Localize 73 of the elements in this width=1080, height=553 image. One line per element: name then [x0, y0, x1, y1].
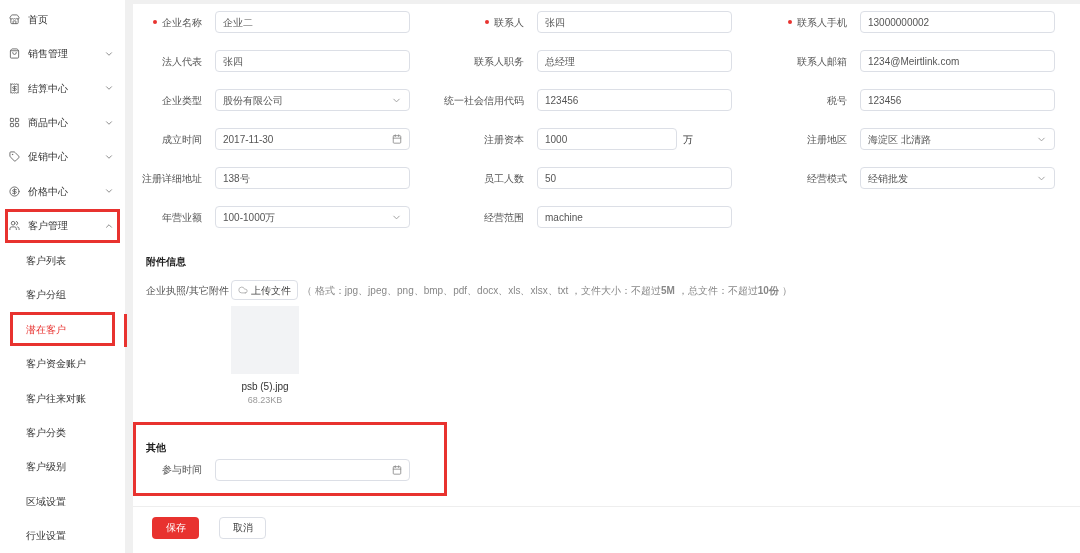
field-label: 年营业额	[162, 210, 202, 225]
field-label: 参与时间	[162, 463, 202, 477]
file-name: psb (5).jpg	[241, 380, 289, 394]
sidebar-subitem[interactable]: 客户分类	[10, 415, 115, 450]
calendar-icon	[392, 464, 402, 475]
input-field[interactable]: 123456	[537, 89, 732, 111]
field-label: 联系人邮箱	[797, 54, 847, 69]
cloud-icon	[238, 285, 248, 295]
select-field[interactable]: 100-1000万	[215, 206, 410, 228]
file-size: 68.23KB	[247, 394, 283, 407]
sidebar-item[interactable]: 促销中心	[5, 139, 120, 175]
field-label: 统一社会信用代码	[444, 93, 524, 108]
sidebar-subitem[interactable]: 潜在客户	[10, 311, 115, 347]
field-label: 注册地区	[807, 132, 847, 147]
input-field[interactable]: machine	[537, 206, 732, 228]
sidebar-item[interactable]: 结算中心	[5, 70, 120, 106]
field-label: 员工人数	[484, 171, 524, 186]
select-field[interactable]: 海淀区 北清路	[860, 128, 1055, 150]
field-label: 企业类型	[162, 93, 202, 108]
field-label: 注册详细地址	[142, 171, 202, 186]
grid-icon	[9, 117, 20, 129]
field-label: 税号	[827, 93, 847, 108]
sidebar-subitem[interactable]: 客户资金账户	[10, 346, 115, 381]
date-field[interactable]	[215, 458, 410, 481]
cancel-button[interactable]: 取消	[219, 516, 266, 539]
calendar-icon	[392, 134, 402, 144]
upload-hint: （ 格式：jpg、jpeg、png、bmp、pdf、docx、xls、xlsx、txt ，文件大小：不超过5M ，总文件：不超过10份 ）	[302, 283, 792, 298]
sidebar-subitem[interactable]: 行业设置	[10, 518, 115, 553]
field-label: 联系人	[494, 15, 524, 30]
input-field[interactable]: 1234@Meirtlink.com	[860, 50, 1055, 72]
input-field[interactable]: 13000000002	[860, 11, 1055, 33]
field-label: 联系人手机	[797, 15, 847, 30]
input-field[interactable]: 总经理	[537, 50, 732, 72]
field-label: 注册资本	[484, 132, 524, 147]
field-label: 成立时间	[162, 132, 202, 147]
section-title: 其他	[146, 440, 167, 455]
select-field[interactable]: 股份有限公司	[215, 89, 410, 111]
store-icon	[9, 13, 20, 25]
field-label: 联系人职务	[474, 54, 524, 69]
tag-icon	[9, 151, 20, 163]
input-field[interactable]: 1000	[537, 128, 677, 150]
save-button[interactable]: 保存	[152, 516, 199, 539]
bag-icon	[9, 48, 20, 60]
input-field[interactable]: 张四	[537, 11, 732, 33]
select-field[interactable]: 经销批发	[860, 167, 1055, 189]
unit-label: 万	[683, 132, 693, 147]
sidebar-subitem[interactable]: 客户列表	[10, 243, 115, 278]
sidebar-subitem[interactable]: 客户分组	[10, 277, 115, 312]
input-field[interactable]: 张四	[215, 50, 410, 72]
sidebar-subitem[interactable]: 客户级别	[10, 449, 115, 485]
sidebar-item[interactable]: 商品中心	[5, 105, 120, 140]
sidebar-item[interactable]: 客户管理	[5, 208, 120, 244]
input-field[interactable]: 50	[537, 167, 732, 189]
field-label: 企业执照/其它附件	[146, 283, 230, 298]
receipt-icon	[9, 82, 20, 94]
upload-button[interactable]: 上传文件	[231, 280, 298, 300]
date-field[interactable]: 2017-11-30	[215, 128, 410, 150]
field-label: 法人代表	[162, 54, 202, 69]
section-title: 附件信息	[146, 255, 187, 269]
coin-icon	[9, 185, 20, 197]
sidebar-item[interactable]: 销售管理	[5, 36, 120, 71]
sidebar-item[interactable]: 价格中心	[5, 174, 120, 209]
sidebar-item[interactable]: 首页	[5, 2, 120, 37]
users-icon	[9, 220, 20, 232]
active-indicator	[124, 313, 127, 347]
input-field[interactable]: 123456	[860, 89, 1055, 111]
field-label: 经营模式	[807, 171, 847, 186]
input-field[interactable]: 企业二	[215, 11, 410, 33]
input-field[interactable]: 138号	[215, 167, 410, 189]
sidebar-subitem[interactable]: 客户往来对账	[10, 380, 115, 416]
field-label: 经营范围	[484, 210, 524, 225]
field-label: 企业名称	[162, 15, 202, 30]
sidebar-subitem[interactable]: 区域设置	[10, 484, 115, 519]
